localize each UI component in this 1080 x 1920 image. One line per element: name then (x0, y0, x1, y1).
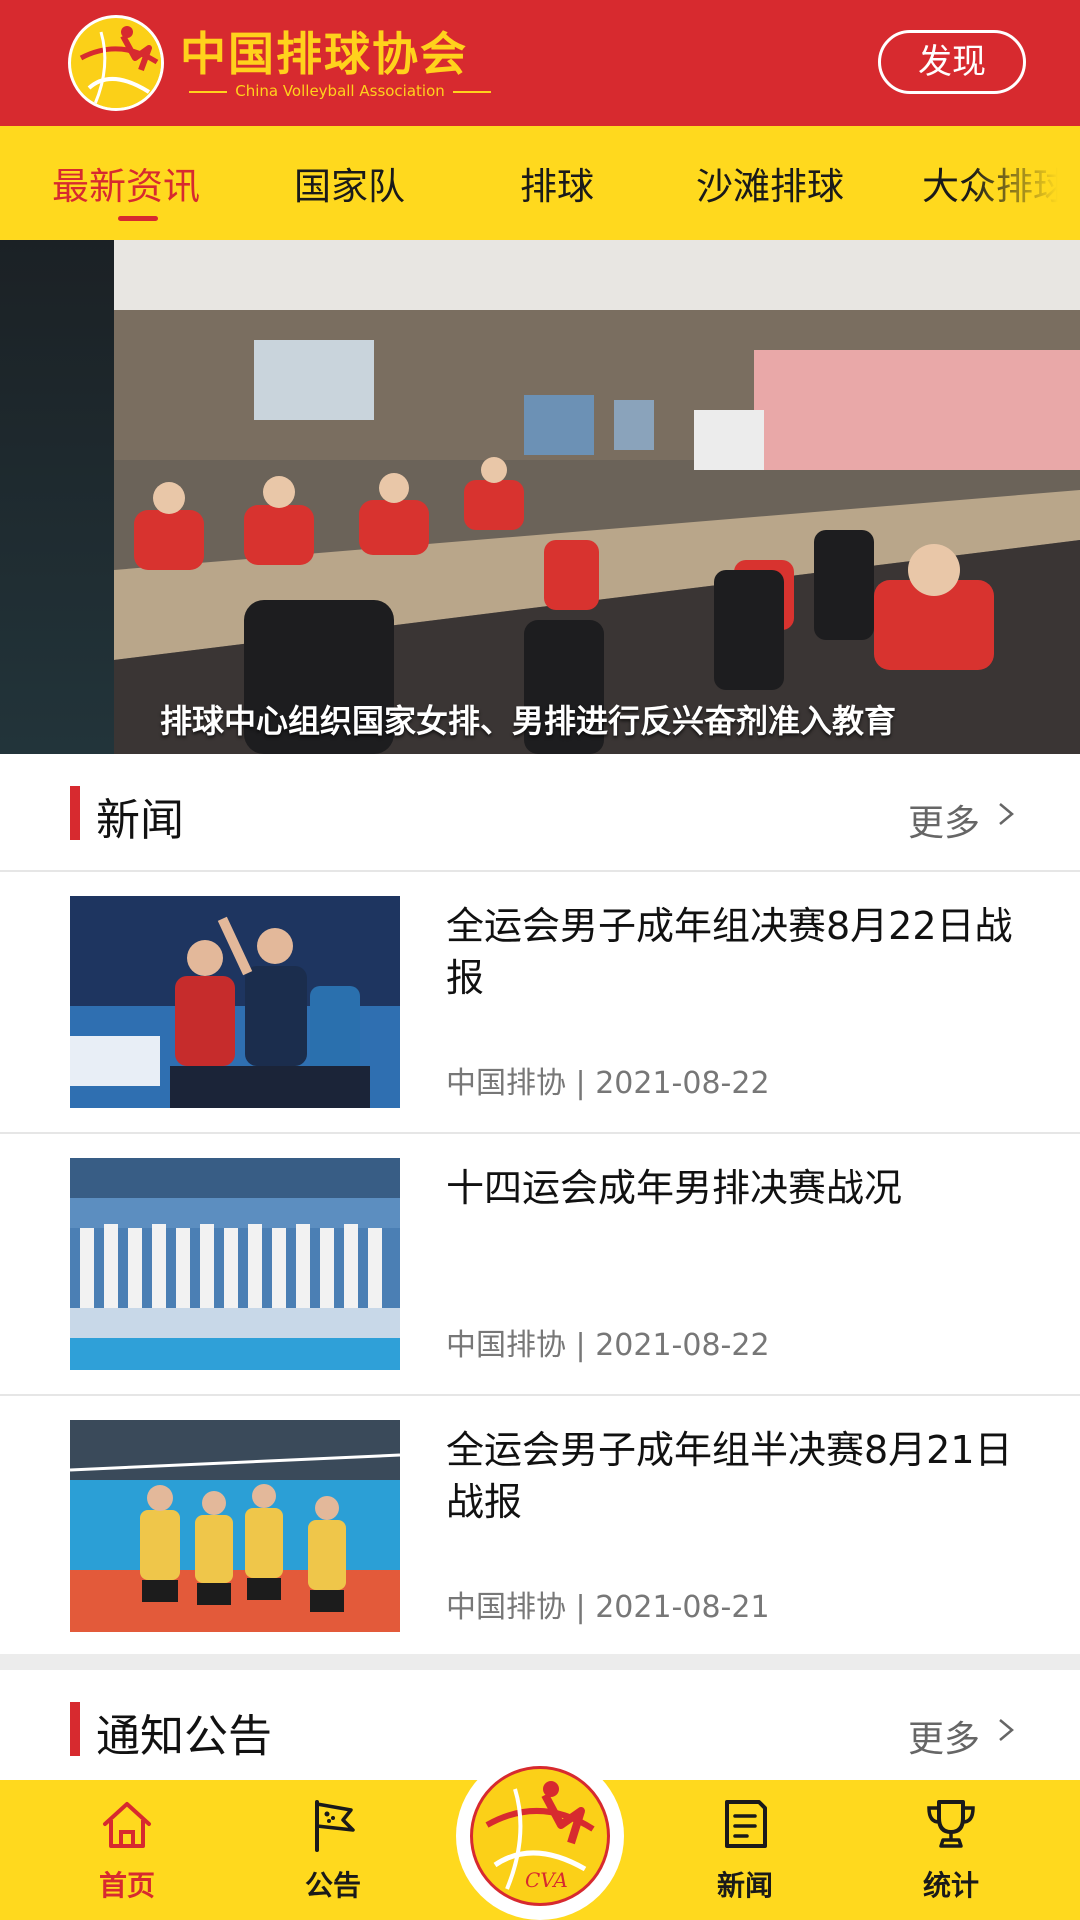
nav-home-label: 首页 (98, 1869, 155, 1902)
news-list-item[interactable]: 十四运会成年男排决赛战况 中国排协 | 2021-08-22 (0, 1134, 1080, 1394)
news-section-header: 新闻 更多 (0, 754, 1080, 870)
news-meta: 中国排协 | 2021-08-22 (446, 1066, 770, 1101)
nav-notice[interactable]: 公告 (258, 1780, 408, 1920)
banner-image (114, 240, 1080, 754)
news-title: 十四运会成年男排决赛战况 (446, 1166, 903, 1210)
cva-emblem-icon: CVA (470, 1766, 610, 1906)
active-tab-indicator (118, 216, 158, 221)
nav-news-label: 新闻 (716, 1869, 773, 1902)
brand-name-en-text: China Volleyball Association (235, 82, 445, 100)
section-accent-bar (70, 786, 80, 840)
news-title: 全运会男子成年组决赛8月22日战报 (446, 904, 1013, 1000)
news-source: 中国排协 (446, 1328, 566, 1363)
svg-text:CVA: CVA (525, 1868, 568, 1892)
news-more-link[interactable]: 更多 (908, 794, 980, 846)
news-source: 中国排协 (446, 1066, 566, 1101)
news-thumbnail (70, 1158, 400, 1370)
notice-more-link[interactable]: 更多 (908, 1710, 980, 1762)
news-icon (725, 1800, 767, 1848)
trophy-icon (927, 1800, 975, 1848)
tabs-fade-overlay (970, 126, 1080, 240)
brand-name-en: China Volleyball Association (180, 82, 500, 100)
discover-button[interactable]: 发现 (878, 30, 1026, 94)
tab-beach-volleyball[interactable]: 沙滩排球 (696, 156, 844, 210)
news-list-item[interactable]: 全运会男子成年组决赛8月22日战报 中国排协 | 2021-08-22 (0, 872, 1080, 1132)
news-title: 全运会男子成年组半决赛8月21日战报 (446, 1428, 1013, 1524)
news-date: 2021-08-22 (595, 1066, 770, 1101)
banner-carousel[interactable] (0, 240, 1080, 754)
nav-notice-label: 公告 (304, 1869, 361, 1902)
news-date: 2021-08-22 (595, 1328, 770, 1363)
banner-caption[interactable]: 排球中心组织国家女排、男排进行反兴奋剂准入教育 (160, 696, 1040, 742)
news-meta: 中国排协 | 2021-08-22 (446, 1328, 770, 1363)
flag-icon (315, 1800, 355, 1852)
news-section-title: 新闻 (96, 795, 184, 846)
brand-name-cn: 中国排球协会 (180, 27, 468, 81)
app-header: 中国排球协会 China Volleyball Association 发现 (0, 0, 1080, 126)
news-source: 中国排协 (446, 1590, 566, 1625)
news-date: 2021-08-21 (595, 1590, 770, 1625)
news-list-item[interactable]: 全运会男子成年组半决赛8月21日战报 中国排协 | 2021-08-21 (0, 1396, 1080, 1656)
chevron-right-icon[interactable] (994, 802, 1018, 826)
home-icon (103, 1802, 151, 1848)
tab-volleyball[interactable]: 排球 (520, 156, 594, 210)
nav-center-emblem-button[interactable]: CVA (456, 1752, 624, 1920)
news-thumbnail (70, 1420, 400, 1632)
news-thumbnail (70, 896, 400, 1108)
section-separator (0, 1654, 1080, 1670)
section-accent-bar (70, 1702, 80, 1756)
tab-national-team[interactable]: 国家队 (294, 156, 405, 210)
tab-latest-news[interactable]: 最新资讯 (52, 156, 200, 210)
nav-home[interactable]: 首页 (52, 1780, 202, 1920)
chevron-right-icon[interactable] (994, 1718, 1018, 1742)
category-tabs: 最新资讯 国家队 排球 沙滩排球 大众排球 (0, 126, 1080, 240)
nav-stats-label: 统计 (922, 1869, 979, 1902)
nav-stats[interactable]: 统计 (876, 1780, 1026, 1920)
news-meta: 中国排协 | 2021-08-21 (446, 1590, 770, 1625)
nav-news[interactable]: 新闻 (670, 1780, 820, 1920)
cva-logo-icon (68, 15, 164, 111)
banner-previous-slide-edge (0, 240, 114, 754)
notice-section-title: 通知公告 (96, 1711, 272, 1762)
